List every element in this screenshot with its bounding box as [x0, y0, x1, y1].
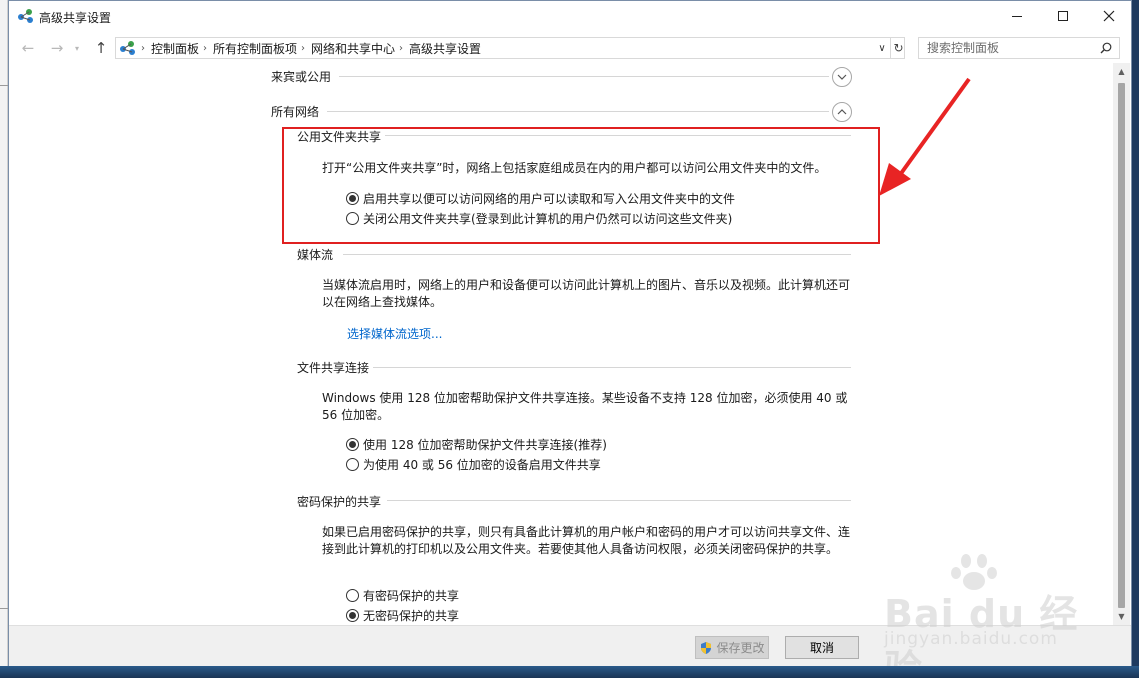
- chevron-right-icon[interactable]: ›: [301, 43, 305, 54]
- chevron-down-icon: ∨: [878, 42, 886, 54]
- dialog-footer: 保存更改 取消: [9, 625, 1131, 666]
- minimize-icon: [1012, 15, 1022, 17]
- expand-button[interactable]: [832, 67, 852, 87]
- group-all-networks[interactable]: 所有网络: [271, 103, 319, 120]
- collapse-button[interactable]: [832, 102, 852, 122]
- file-sharing-description: Windows 使用 128 位加密帮助保护文件共享连接。某些设备不支持 128…: [322, 391, 848, 422]
- radio-password-on[interactable]: 有密码保护的共享: [346, 587, 459, 604]
- up-button[interactable]: ↑: [92, 39, 110, 57]
- taskbar-strip: [0, 666, 1139, 678]
- divider: [387, 500, 851, 501]
- scroll-thumb[interactable]: [1118, 83, 1125, 608]
- navigation-bar: ← → ▾ ↑ › 控制面板 › 所有控制面板项 › 网络和共享中心 › 高级共…: [9, 34, 1131, 62]
- window-title: 高级共享设置: [39, 11, 112, 25]
- radio-label: 有密码保护的共享: [363, 589, 460, 603]
- radio-button-selected[interactable]: [346, 609, 359, 622]
- group-label: 所有网络: [271, 105, 320, 119]
- advanced-sharing-window: 高级共享设置 ← → ▾ ↑ › 控制面板 › 所有控制面板项 › 网络和共享中…: [8, 0, 1132, 678]
- chevron-right-icon[interactable]: ›: [203, 43, 207, 54]
- arrow-up-icon: ↑: [94, 39, 108, 57]
- scroll-up-button[interactable]: ▲: [1113, 63, 1130, 80]
- cancel-button[interactable]: 取消: [785, 636, 859, 659]
- divider: [343, 254, 851, 255]
- password-sharing-description: 如果已启用密码保护的共享，则只有具备此计算机的用户帐户和密码的用户才可以访问共享…: [322, 525, 851, 556]
- vertical-scrollbar[interactable]: ▲ ▼: [1113, 63, 1130, 625]
- divider: [339, 76, 829, 77]
- title-bar: 高级共享设置: [9, 1, 1131, 32]
- section-title-file-sharing: 文件共享连接: [297, 361, 370, 375]
- breadcrumb-all-items[interactable]: 所有控制面板项: [213, 40, 297, 57]
- breadcrumb-control-panel[interactable]: 控制面板: [151, 40, 199, 57]
- radio-label: 为使用 40 或 56 位加密的设备启用文件共享: [363, 458, 601, 472]
- chevron-right-icon[interactable]: ›: [399, 43, 403, 54]
- radio-button-selected[interactable]: [346, 438, 359, 451]
- search-icon[interactable]: [1100, 42, 1112, 54]
- refresh-button[interactable]: ↻: [890, 38, 906, 58]
- triangle-up-icon: ▲: [1118, 67, 1125, 76]
- close-icon: [1103, 10, 1115, 22]
- scroll-down-button[interactable]: ▼: [1113, 608, 1130, 625]
- address-bar[interactable]: › 控制面板 › 所有控制面板项 › 网络和共享中心 › 高级共享设置 ∨ ↻: [115, 37, 905, 59]
- cancel-label: 取消: [809, 641, 834, 655]
- section-title-password-sharing: 密码保护的共享: [297, 495, 382, 509]
- chevron-up-icon: [837, 109, 847, 115]
- save-label: 保存更改: [716, 641, 765, 655]
- media-streaming-description: 当媒体流启用时，网络上的用户和设备便可以访问此计算机上的图片、音乐以及视频。此计…: [322, 278, 851, 309]
- search-box[interactable]: [918, 37, 1120, 59]
- breadcrumb-advanced-sharing[interactable]: 高级共享设置: [409, 40, 481, 57]
- chevron-down-icon: [837, 74, 847, 80]
- radio-label: 无密码保护的共享: [363, 609, 460, 623]
- forward-button[interactable]: →: [48, 39, 66, 57]
- radio-128bit[interactable]: 使用 128 位加密帮助保护文件共享连接(推荐): [346, 436, 607, 453]
- group-label: 来宾或公用: [271, 70, 332, 84]
- divider: [373, 367, 851, 368]
- search-input[interactable]: [927, 41, 1092, 55]
- back-button[interactable]: ←: [19, 39, 37, 57]
- network-icon: [18, 9, 33, 23]
- address-dropdown-button[interactable]: ∨: [876, 38, 888, 58]
- radio-button[interactable]: [346, 458, 359, 471]
- radio-password-off[interactable]: 无密码保护的共享: [346, 607, 459, 624]
- maximize-button[interactable]: [1040, 1, 1086, 31]
- arrow-left-icon: ←: [21, 39, 35, 57]
- radio-button[interactable]: [346, 589, 359, 602]
- maximize-icon: [1058, 11, 1068, 21]
- section-title-media-streaming: 媒体流: [297, 248, 334, 262]
- network-icon: [120, 41, 135, 55]
- annotation-highlight-box: [282, 127, 880, 244]
- uac-shield-icon: [701, 641, 712, 654]
- breadcrumb-network-center[interactable]: 网络和共享中心: [311, 40, 395, 57]
- group-guest-public[interactable]: 来宾或公用: [271, 68, 331, 85]
- chevron-down-icon: ▾: [74, 43, 79, 53]
- annotation-arrow-icon: [879, 77, 971, 196]
- refresh-icon: ↻: [893, 41, 904, 55]
- recent-locations-button[interactable]: ▾: [71, 39, 83, 57]
- radio-label: 使用 128 位加密帮助保护文件共享连接(推荐): [363, 438, 607, 452]
- arrow-right-icon: →: [50, 39, 64, 57]
- save-changes-button[interactable]: 保存更改: [695, 636, 769, 659]
- divider: [327, 111, 829, 112]
- chevron-right-icon: ›: [141, 42, 145, 54]
- media-streaming-options-link[interactable]: 选择媒体流选项...: [347, 325, 442, 342]
- close-button[interactable]: [1086, 1, 1132, 31]
- desktop-background: [0, 0, 8, 678]
- minimize-button[interactable]: [994, 1, 1040, 31]
- radio-40-56bit[interactable]: 为使用 40 或 56 位加密的设备启用文件共享: [346, 456, 601, 473]
- triangle-down-icon: ▼: [1118, 612, 1125, 621]
